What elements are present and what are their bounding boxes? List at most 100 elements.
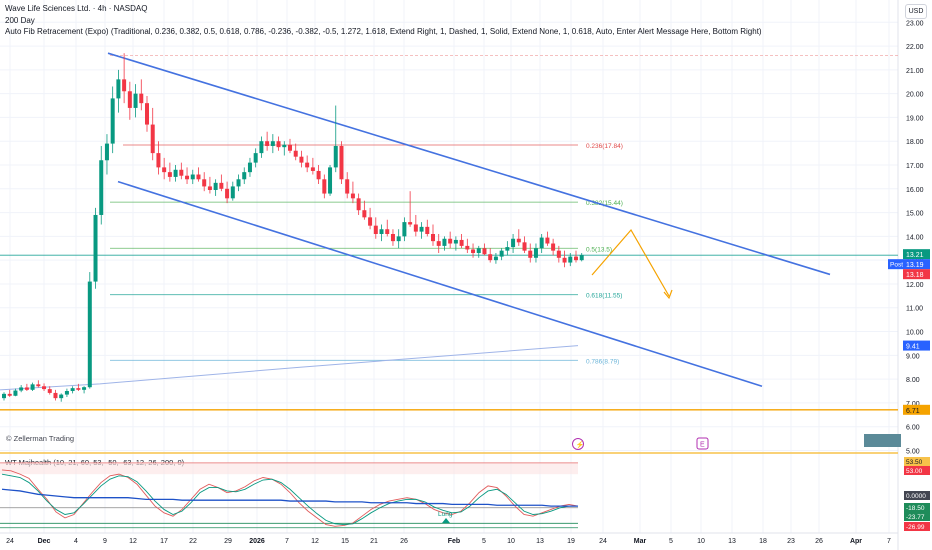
- support-price-tag-value: 6.71: [906, 408, 920, 415]
- candle-body: [122, 79, 127, 92]
- candle-body: [568, 256, 573, 263]
- time-tick-label: 19: [567, 538, 575, 545]
- time-tick-label: 18: [759, 538, 767, 545]
- fib-level-label: 0.786(8.79): [586, 358, 619, 365]
- candle-body: [333, 145, 338, 168]
- candle-body: [390, 234, 395, 242]
- fib-level-label: 0.5(13.5): [586, 246, 612, 253]
- candle-body: [288, 144, 292, 151]
- currency-button[interactable]: USD: [905, 4, 927, 19]
- chart-title: Wave Life Sciences Ltd. · 4h · NASDAQ: [5, 4, 148, 13]
- price-tick-label: 21.00: [906, 68, 924, 75]
- candle-body: [219, 182, 224, 189]
- candle-body: [562, 257, 567, 263]
- scroll-block[interactable]: [864, 434, 901, 447]
- candle-body: [116, 79, 121, 99]
- price-tick-label: 11.00: [906, 306, 923, 313]
- signal-marker: [442, 518, 450, 523]
- candle-body: [448, 238, 453, 244]
- candle-body: [265, 141, 270, 146]
- candle-body: [328, 167, 333, 194]
- price-tick-label: 15.00: [906, 211, 924, 218]
- overbought-zone: [0, 462, 578, 475]
- candle-body: [310, 167, 315, 171]
- candle-body: [356, 198, 361, 211]
- time-tick-label: 9: [103, 538, 107, 545]
- candle-body: [19, 387, 24, 391]
- time-tick-label: 17: [160, 538, 168, 545]
- candle-body: [76, 388, 81, 390]
- candle-body: [167, 172, 172, 177]
- candle-body: [293, 150, 298, 157]
- candle-body: [505, 247, 510, 251]
- time-tick-label: 22: [189, 538, 197, 545]
- chart-root: { "header": { "title": "Wave Life Scienc…: [0, 0, 932, 550]
- earnings-icon: E: [700, 442, 705, 449]
- time-tick-label: 10: [507, 538, 515, 545]
- candle-body: [196, 174, 201, 180]
- post-price-tag-value: 13.19: [906, 262, 924, 269]
- time-tick-label: 13: [728, 538, 736, 545]
- candle-body: [350, 193, 355, 199]
- candle-body: [339, 145, 344, 180]
- candle-body: [528, 250, 533, 258]
- candle-body: [431, 234, 435, 242]
- price-tick-label: 14.00: [906, 234, 924, 241]
- candle-body: [413, 224, 418, 232]
- candle-body: [545, 237, 550, 244]
- indicator-ma-label: 200 Day: [5, 16, 35, 25]
- price-tick-label: 16.00: [906, 187, 924, 194]
- candle-body: [574, 256, 578, 261]
- time-tick-label: 12: [129, 538, 137, 545]
- candle-body: [24, 387, 29, 390]
- candle-body: [442, 238, 447, 246]
- price-tick-label: 18.00: [906, 139, 924, 146]
- candle-body: [42, 386, 47, 390]
- dividend-icon: ⚡: [576, 440, 585, 449]
- fib-level-label: 0.618(11.55): [586, 293, 622, 300]
- candle-body: [511, 238, 516, 248]
- price-tick-label: 23.00: [906, 20, 924, 27]
- red-price-tag-value: 13.18: [906, 272, 924, 279]
- candle-body: [139, 93, 144, 104]
- oscillator-series-line: [1, 488, 578, 507]
- time-tick-label: 26: [400, 538, 408, 545]
- oscillator-axis-value: 0.0000: [906, 493, 926, 500]
- candle-body: [110, 98, 115, 144]
- time-tick-label: 26: [815, 538, 823, 545]
- price-tick-label: 22.00: [906, 44, 924, 51]
- candle-body: [247, 162, 252, 173]
- chart-canvas[interactable]: 23.00 22.00 21.00 20.00 19.00 18.00 17.00 16.00…: [0, 0, 932, 550]
- time-tick-label: 24: [6, 538, 14, 545]
- candle-body: [459, 239, 464, 246]
- time-tick-label: 10: [697, 538, 705, 545]
- time-tick-label: 7: [887, 538, 891, 545]
- candle-body: [190, 174, 195, 180]
- candle-body: [402, 222, 407, 237]
- candle-body: [368, 217, 373, 226]
- time-tick-label: 7: [285, 538, 289, 545]
- candle-body: [436, 241, 441, 246]
- candle-body: [270, 141, 275, 146]
- time-tick-label: Feb: [448, 538, 460, 545]
- time-tick-label: 24: [599, 538, 607, 545]
- candle-body: [230, 186, 235, 199]
- candle-body: [64, 391, 69, 395]
- candle-body: [2, 393, 6, 399]
- candle-body: [156, 153, 161, 168]
- candle-body: [70, 388, 75, 392]
- candle-body: [299, 156, 304, 163]
- candle-body: [36, 384, 41, 387]
- oscillator-axis-value: 53.00: [906, 468, 923, 475]
- candle-body: [396, 236, 401, 242]
- time-tick-label: 2026: [249, 538, 265, 545]
- price-tick-label: 17.00: [906, 163, 924, 170]
- candle-body: [47, 389, 52, 393]
- time-tick-label: 13: [536, 538, 544, 545]
- candle-body: [202, 179, 207, 187]
- watermark: © Zellerman Trading: [6, 434, 75, 443]
- candle-body: [7, 393, 12, 396]
- candle-body: [516, 238, 521, 243]
- candle-body: [173, 169, 178, 177]
- candle-body: [185, 175, 190, 180]
